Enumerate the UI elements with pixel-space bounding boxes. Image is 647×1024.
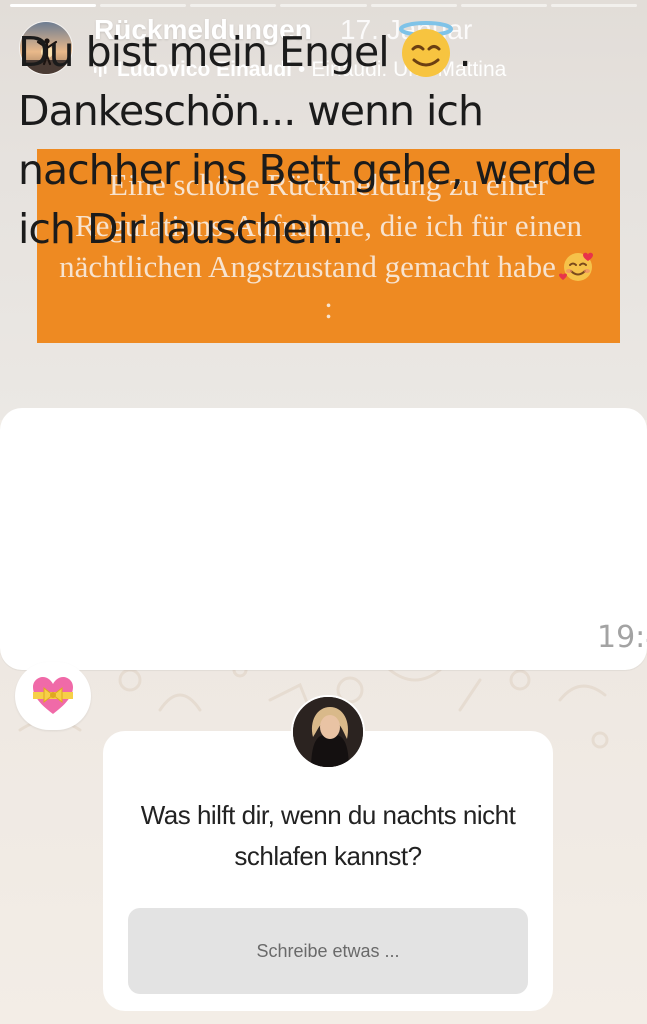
heart-with-ribbon-icon: [33, 677, 73, 714]
progress-segment: [100, 4, 187, 7]
progress-segment: [190, 4, 277, 7]
progress-segment: [10, 4, 97, 7]
message-line1-end: .: [458, 28, 472, 76]
question-text: Was hilft dir, wenn du nachts nicht schl…: [140, 800, 516, 871]
message-timestamp: 19:4: [597, 620, 647, 655]
message-line1: Du bist mein Engel: [18, 28, 390, 76]
message-bubble: [0, 408, 647, 670]
message-text: Du bist mein Engel . Dankeschön... wenn …: [18, 18, 643, 259]
caption-suffix: :: [324, 290, 333, 325]
question-avatar: [291, 695, 365, 769]
progress-segment: [370, 4, 457, 7]
smiling-face-with-halo-icon: [398, 21, 453, 77]
answer-input[interactable]: Schreibe etwas ...: [128, 908, 528, 994]
progress-segment: [280, 4, 367, 7]
message-body: Dankeschön... wenn ich nachher ins Bett …: [18, 87, 597, 253]
reaction-badge[interactable]: [15, 662, 91, 730]
progress-segment: [460, 4, 547, 7]
progress-segment: [550, 4, 637, 7]
story-progress-bar: [10, 4, 637, 7]
